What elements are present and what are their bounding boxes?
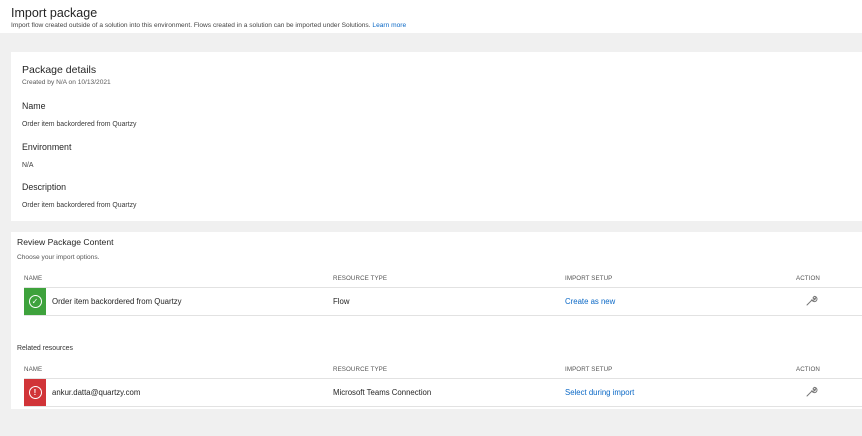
- related-resources-title: Related resources: [17, 345, 73, 352]
- name-label: Name: [22, 101, 46, 111]
- package-details-card: Package details Created by N/A on 10/13/…: [11, 52, 862, 221]
- column-header-name: NAME: [24, 275, 43, 282]
- column-header-import-setup: IMPORT SETUP: [565, 275, 613, 282]
- environment-value: N/A: [22, 162, 34, 169]
- learn-more-link[interactable]: Learn more: [372, 22, 406, 29]
- import-setup-link[interactable]: Select during import: [565, 388, 634, 398]
- page-title: Import package: [11, 6, 98, 20]
- column-header-name: NAME: [24, 366, 43, 373]
- review-subtitle: Choose your import options.: [17, 254, 100, 261]
- resource-name: Order item backordered from Quartzy: [52, 297, 182, 306]
- status-badge: !: [24, 379, 46, 406]
- wrench-icon[interactable]: [804, 385, 818, 399]
- checkmark-icon: ✓: [28, 295, 42, 308]
- resource-type: Flow: [333, 297, 350, 306]
- package-details-title: Package details: [22, 64, 97, 76]
- resource-name: ankur.datta@quartzy.com: [52, 388, 141, 397]
- import-setup-link[interactable]: Create as new: [565, 297, 615, 307]
- page-subtitle-text: Import flow created outside of a solutio…: [11, 22, 371, 29]
- name-value: Order item backordered from Quartzy: [22, 121, 137, 128]
- page-header: Import package Import flow created outsi…: [0, 0, 862, 33]
- table-row: ✓ Order item backordered from Quartzy Fl…: [24, 287, 862, 316]
- environment-label: Environment: [22, 142, 72, 152]
- created-by-text: Created by N/A on 10/13/2021: [22, 79, 111, 86]
- resource-type: Microsoft Teams Connection: [333, 388, 432, 397]
- review-package-card: Review Package Content Choose your impor…: [11, 232, 862, 409]
- table-row: ! ankur.datta@quartzy.com Microsoft Team…: [24, 378, 862, 407]
- page-subtitle: Import flow created outside of a solutio…: [11, 21, 862, 30]
- column-header-action: ACTION: [796, 275, 820, 282]
- column-header-resource-type: RESOURCE TYPE: [333, 275, 388, 282]
- description-label: Description: [22, 182, 67, 192]
- column-header-import-setup: IMPORT SETUP: [565, 366, 613, 373]
- column-header-action: ACTION: [796, 366, 820, 373]
- status-badge: ✓: [24, 288, 46, 315]
- review-title: Review Package Content: [17, 237, 114, 247]
- description-value: Order item backordered from Quartzy: [22, 202, 137, 209]
- column-header-resource-type: RESOURCE TYPE: [333, 366, 388, 373]
- wrench-icon[interactable]: [804, 294, 818, 308]
- error-icon: !: [28, 386, 42, 399]
